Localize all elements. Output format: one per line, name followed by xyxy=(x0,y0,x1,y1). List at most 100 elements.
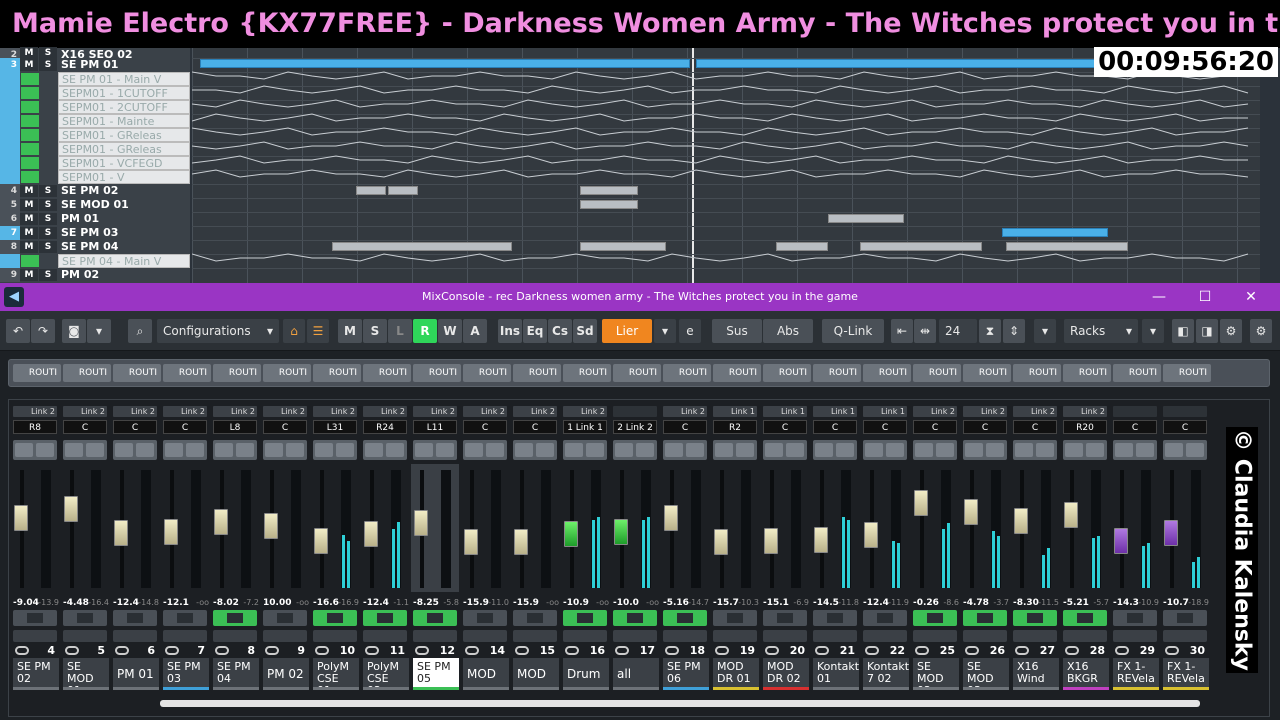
track-name[interactable]: PM 01 xyxy=(58,212,190,226)
channel-name[interactable]: SE PM 05 xyxy=(413,658,459,690)
track-name[interactable]: SE PM 03 xyxy=(58,226,190,240)
link-group-label[interactable] xyxy=(613,406,657,417)
link-group-label[interactable]: Link 2 xyxy=(113,406,157,417)
channel-monitor-button[interactable] xyxy=(363,610,407,626)
fader-handle[interactable] xyxy=(14,505,28,531)
fader-track[interactable] xyxy=(920,470,924,588)
link-group-label[interactable]: Link 2 xyxy=(213,406,257,417)
pan-control[interactable]: C xyxy=(1163,420,1207,434)
channel-buttons[interactable] xyxy=(463,440,507,460)
track-row[interactable]: SE PM 01 - Main V xyxy=(0,72,190,86)
fader-handle[interactable] xyxy=(714,529,728,555)
track-name[interactable]: PM 02 xyxy=(58,268,190,282)
channel-name[interactable]: SE PM 06 xyxy=(663,658,709,690)
edit-icon[interactable]: e xyxy=(679,319,701,343)
automation-read-icon[interactable] xyxy=(21,171,39,183)
read-automation-button[interactable]: R xyxy=(413,319,437,343)
pan-control[interactable]: R20 xyxy=(1063,420,1107,434)
routing-button[interactable]: ROUTI xyxy=(713,364,761,382)
link-group-label[interactable]: Link 2 xyxy=(913,406,957,417)
link-ring-icon[interactable] xyxy=(1115,646,1129,655)
track-name[interactable]: SEPM01 - 1CUTOFF xyxy=(58,86,190,100)
volume-value[interactable]: -15.9 xyxy=(513,598,539,608)
track-mute-button[interactable]: M xyxy=(20,227,38,239)
racks-dropdown[interactable]: Racks ▾ xyxy=(1064,319,1138,343)
mute-all-button[interactable]: M xyxy=(338,319,362,343)
link-group-label[interactable]: Link 2 xyxy=(313,406,357,417)
track-row[interactable]: SEPM01 - 2CUTOFF xyxy=(0,100,190,114)
pan-control[interactable]: C xyxy=(1013,420,1057,434)
channel-mute-solo[interactable] xyxy=(463,630,507,642)
routing-button[interactable]: ROUTI xyxy=(313,364,361,382)
volume-value[interactable]: -15.7 xyxy=(713,598,739,608)
channel-buttons[interactable] xyxy=(863,440,907,460)
channel-name[interactable]: SE MOD 01 xyxy=(63,658,109,690)
channel-buttons[interactable] xyxy=(1063,440,1107,460)
routing-button[interactable]: ROUTI xyxy=(1113,364,1161,382)
routing-button[interactable]: ROUTI xyxy=(563,364,611,382)
right-zone-icon[interactable]: ◨ xyxy=(1196,319,1218,343)
close-button[interactable]: ✕ xyxy=(1228,283,1274,311)
track-name[interactable]: SEPM01 - GReleas xyxy=(58,142,190,156)
channel-monitor-button[interactable] xyxy=(1013,610,1057,626)
left-zone-icon[interactable]: ◧ xyxy=(1172,319,1194,343)
link-ring-icon[interactable] xyxy=(1015,646,1029,655)
pan-control[interactable]: C xyxy=(1113,420,1157,434)
channel-name[interactable]: X16 BKGR xyxy=(1063,658,1109,690)
volume-value[interactable]: 10.00 xyxy=(263,598,291,608)
fader-handle[interactable] xyxy=(864,522,878,548)
volume-value[interactable]: -8.02 xyxy=(213,598,239,608)
link-group-label[interactable] xyxy=(1163,406,1207,417)
eq-button[interactable]: Eq xyxy=(523,319,547,343)
routing-button[interactable]: ROUTI xyxy=(463,364,511,382)
automation-line[interactable] xyxy=(192,169,1249,178)
link-group-label[interactable]: Link 2 xyxy=(963,406,1007,417)
link-ring-icon[interactable] xyxy=(765,646,779,655)
link-ring-icon[interactable] xyxy=(1165,646,1179,655)
track-name[interactable]: SE PM 04 - Main V xyxy=(58,254,190,268)
channel-mute-solo[interactable] xyxy=(763,630,807,642)
write-automation-button[interactable]: W xyxy=(438,319,462,343)
routing-button[interactable]: ROUTI xyxy=(813,364,861,382)
link-group-label[interactable]: Link 2 xyxy=(413,406,457,417)
channel-buttons[interactable] xyxy=(1113,440,1157,460)
automation-line[interactable] xyxy=(192,85,1249,94)
routing-button[interactable]: ROUTI xyxy=(963,364,1011,382)
channel-mute-solo[interactable] xyxy=(913,630,957,642)
link-ring-icon[interactable] xyxy=(665,646,679,655)
link-group-label[interactable]: Link 1 xyxy=(863,406,907,417)
undo-icon[interactable]: ↶ xyxy=(6,319,30,343)
stepper-icon[interactable]: ⇕ xyxy=(1003,319,1025,343)
routing-button[interactable]: ROUTI xyxy=(63,364,111,382)
fader-handle[interactable] xyxy=(1064,502,1078,528)
pan-control[interactable]: C xyxy=(813,420,857,434)
channel-monitor-button[interactable] xyxy=(813,610,857,626)
link-ring-icon[interactable] xyxy=(815,646,829,655)
channel-buttons[interactable] xyxy=(763,440,807,460)
link-group-label[interactable]: Link 2 xyxy=(63,406,107,417)
fit-icon[interactable]: ⧗ xyxy=(979,319,1001,343)
routing-button[interactable]: ROUTI xyxy=(1063,364,1111,382)
fader-track[interactable] xyxy=(1070,470,1074,588)
fader-handle[interactable] xyxy=(164,519,178,545)
fader-handle[interactable] xyxy=(914,490,928,516)
fader-handle[interactable] xyxy=(264,513,278,539)
channel-buttons[interactable] xyxy=(163,440,207,460)
routing-button[interactable]: ROUTI xyxy=(1163,364,1211,382)
channel-mute-solo[interactable] xyxy=(313,630,357,642)
link-group-label[interactable]: Link 2 xyxy=(563,406,607,417)
link-group-label[interactable]: Link 2 xyxy=(1013,406,1057,417)
channel-mute-solo[interactable] xyxy=(63,630,107,642)
track-solo-button[interactable]: S xyxy=(39,59,57,71)
automation-line[interactable] xyxy=(192,71,1249,80)
camera-icon[interactable]: ◙ xyxy=(62,319,86,343)
pan-control[interactable]: R8 xyxy=(13,420,57,434)
fader-handle[interactable] xyxy=(514,529,528,555)
expand-icon[interactable]: ⇹ xyxy=(914,319,936,343)
volume-value[interactable]: -14.3 xyxy=(1113,598,1139,608)
channel-mute-solo[interactable] xyxy=(13,630,57,642)
channel-monitor-button[interactable] xyxy=(863,610,907,626)
pan-control[interactable]: C xyxy=(663,420,707,434)
pan-control[interactable]: R24 xyxy=(363,420,407,434)
link-ring-icon[interactable] xyxy=(515,646,529,655)
